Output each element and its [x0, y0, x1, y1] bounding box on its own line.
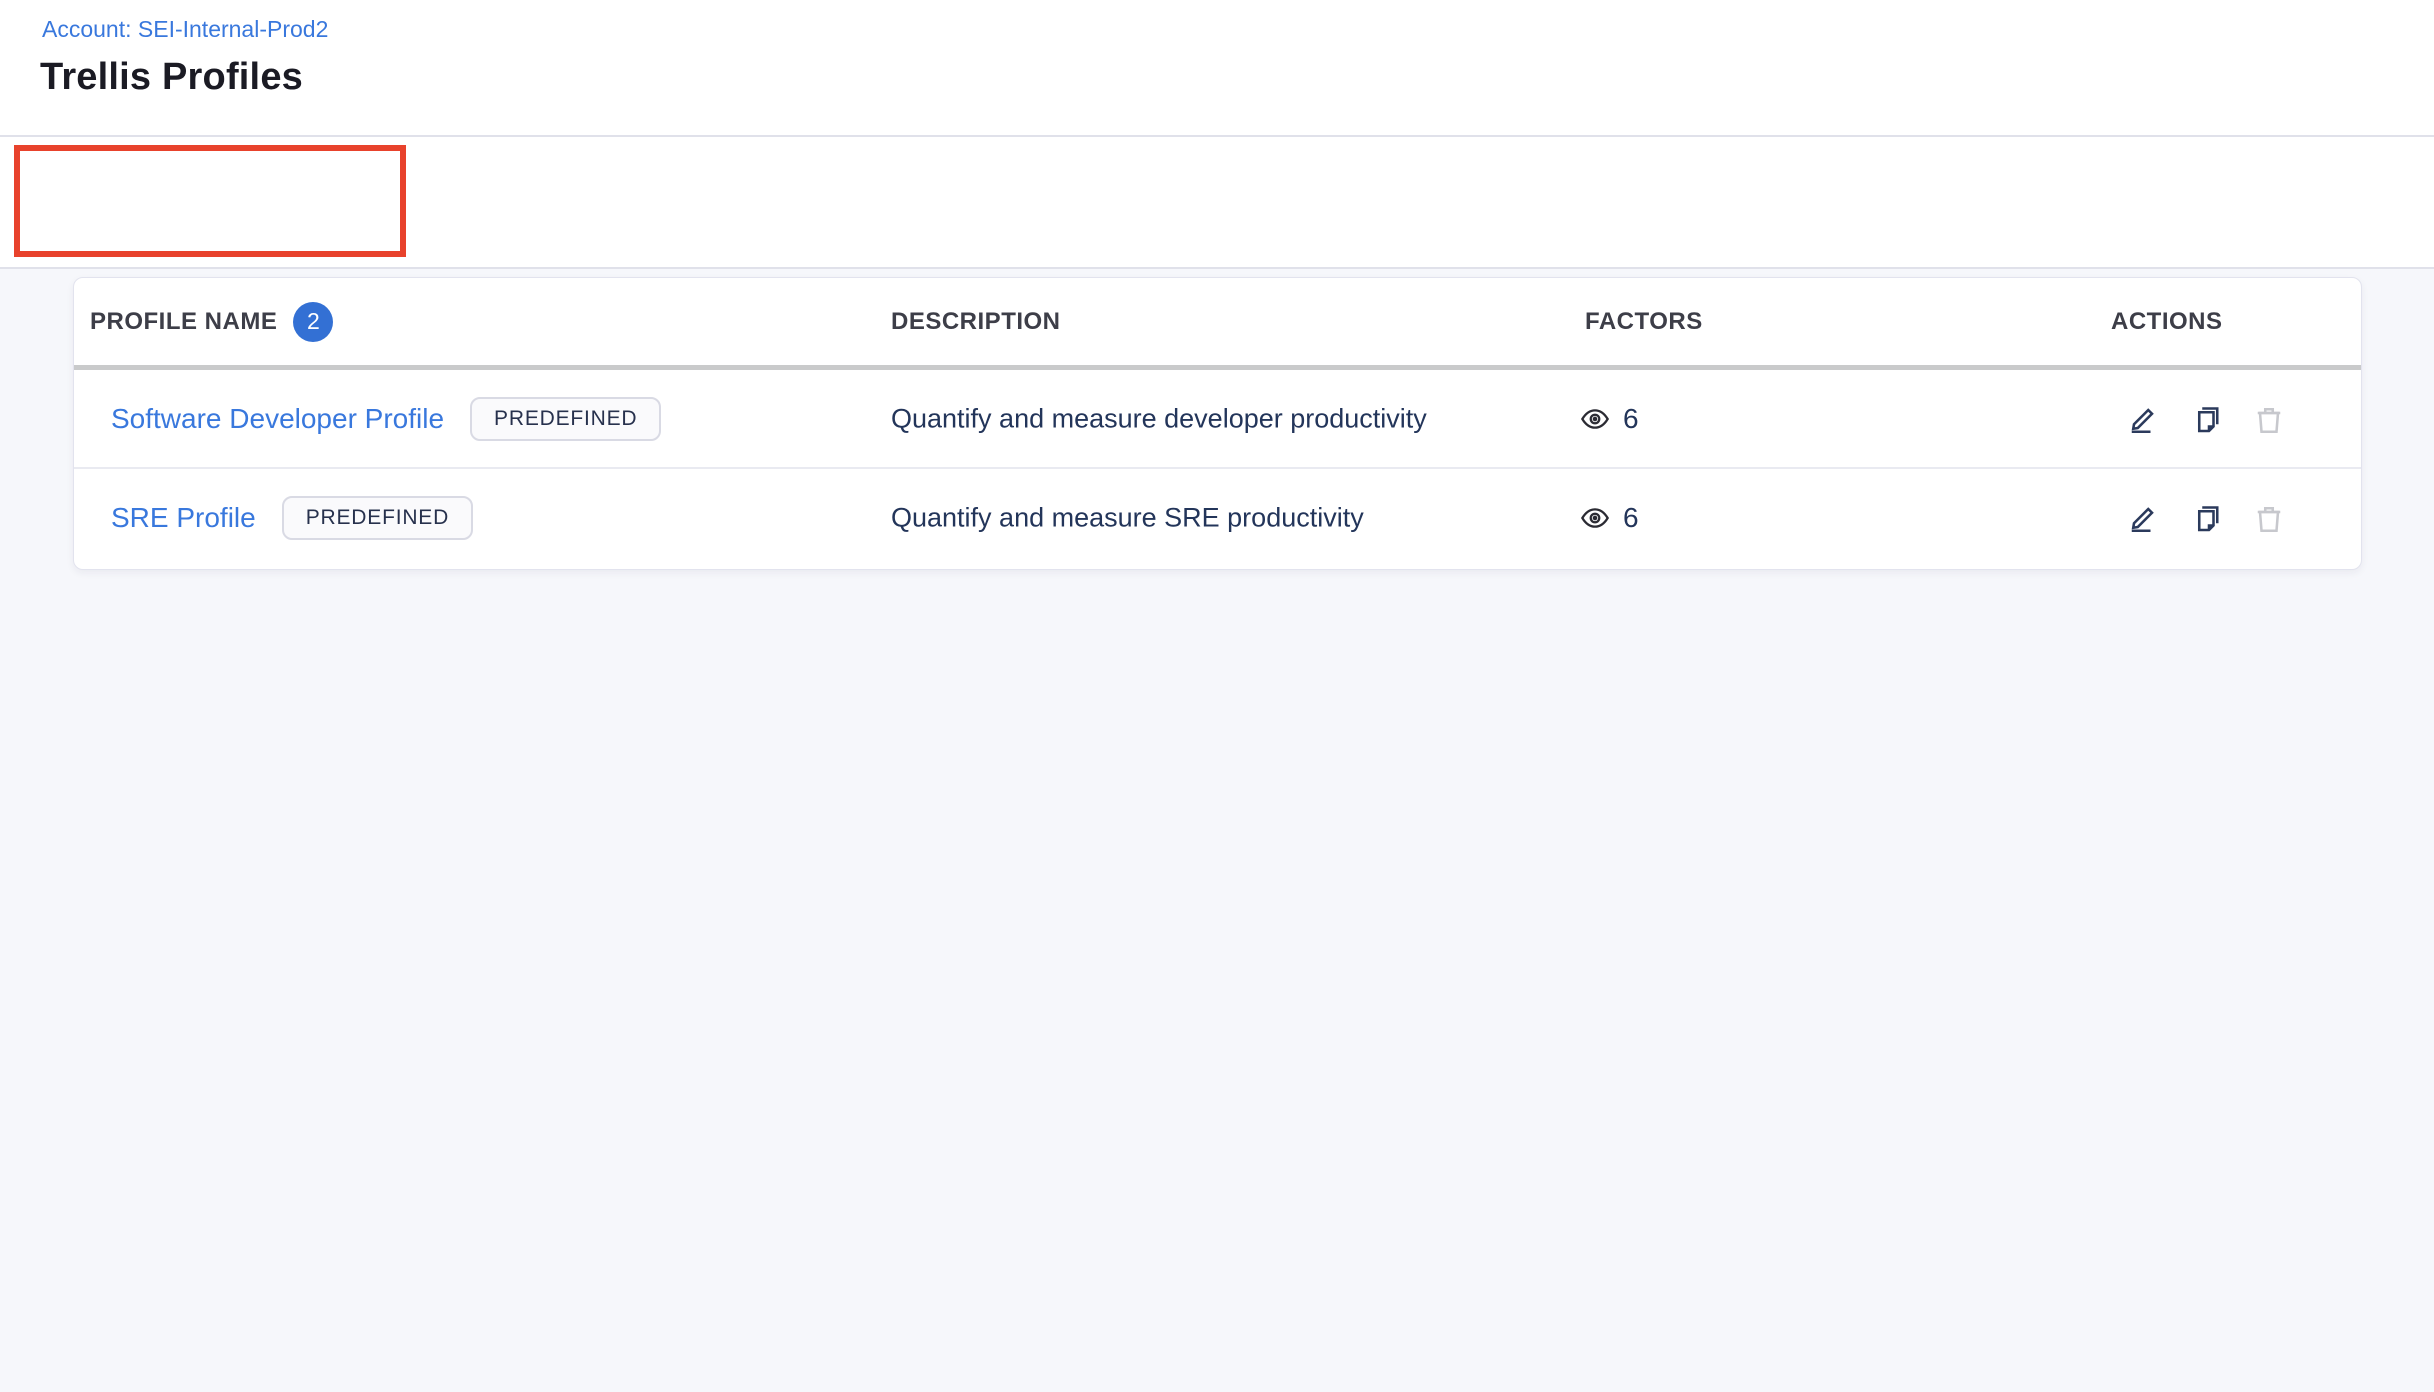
profile-name-cell: SRE Profile PREDEFINED: [111, 495, 474, 540]
factors-count: 6: [1623, 501, 1639, 533]
table-header-row: PROFILE NAME 2 DESCRIPTION FACTORS ACTIO…: [74, 278, 2361, 370]
account-breadcrumb-link[interactable]: Account: SEI-Internal-Prod2: [42, 16, 328, 43]
profile-name-cell: Software Developer Profile PREDEFINED: [111, 396, 662, 441]
eye-icon: [1579, 403, 1611, 435]
factors-cell: 6: [1579, 403, 1639, 435]
profile-name-header-label: PROFILE NAME: [90, 307, 278, 335]
table-row: SRE Profile PREDEFINED Quantify and meas…: [74, 469, 2361, 566]
trash-icon[interactable]: [2251, 500, 2287, 536]
column-header-factors: FACTORS: [1585, 307, 1703, 335]
description-text: Quantify and measure SRE productivity: [891, 502, 1364, 532]
predefined-badge: PREDEFINED: [281, 495, 474, 540]
page-title: Trellis Profiles: [40, 56, 303, 98]
description-cell: Quantify and measure developer productiv…: [891, 403, 1427, 434]
toolbar: New Trellis Profile: [0, 137, 2434, 370]
trash-icon[interactable]: [2251, 401, 2287, 437]
edit-pencil-icon[interactable]: [2125, 401, 2161, 437]
description-cell: Quantify and measure SRE productivity: [891, 502, 1364, 533]
profile-link[interactable]: Software Developer Profile: [111, 403, 444, 435]
description-text: Quantify and measure developer productiv…: [891, 403, 1427, 433]
factors-cell: 6: [1579, 502, 1639, 534]
predefined-badge: PREDEFINED: [470, 396, 662, 441]
column-header-actions: ACTIONS: [2111, 307, 2223, 335]
page-header: Account: SEI-Internal-Prod2 Trellis Prof…: [0, 0, 2434, 135]
profiles-table: PROFILE NAME 2 DESCRIPTION FACTORS ACTIO…: [73, 277, 2362, 570]
column-header-profile-name: PROFILE NAME 2: [90, 301, 334, 342]
factors-count: 6: [1623, 402, 1639, 434]
actions-cell: [2125, 500, 2287, 536]
profile-link[interactable]: SRE Profile: [111, 502, 256, 534]
eye-icon: [1579, 502, 1611, 534]
column-header-description: DESCRIPTION: [891, 307, 1061, 335]
actions-cell: [2125, 401, 2287, 437]
table-row: Software Developer Profile PREDEFINED Qu…: [74, 370, 2361, 469]
profile-count-badge: 2: [293, 301, 334, 342]
copy-icon[interactable]: [2188, 500, 2224, 536]
copy-icon[interactable]: [2188, 401, 2224, 437]
edit-pencil-icon[interactable]: [2125, 500, 2161, 536]
